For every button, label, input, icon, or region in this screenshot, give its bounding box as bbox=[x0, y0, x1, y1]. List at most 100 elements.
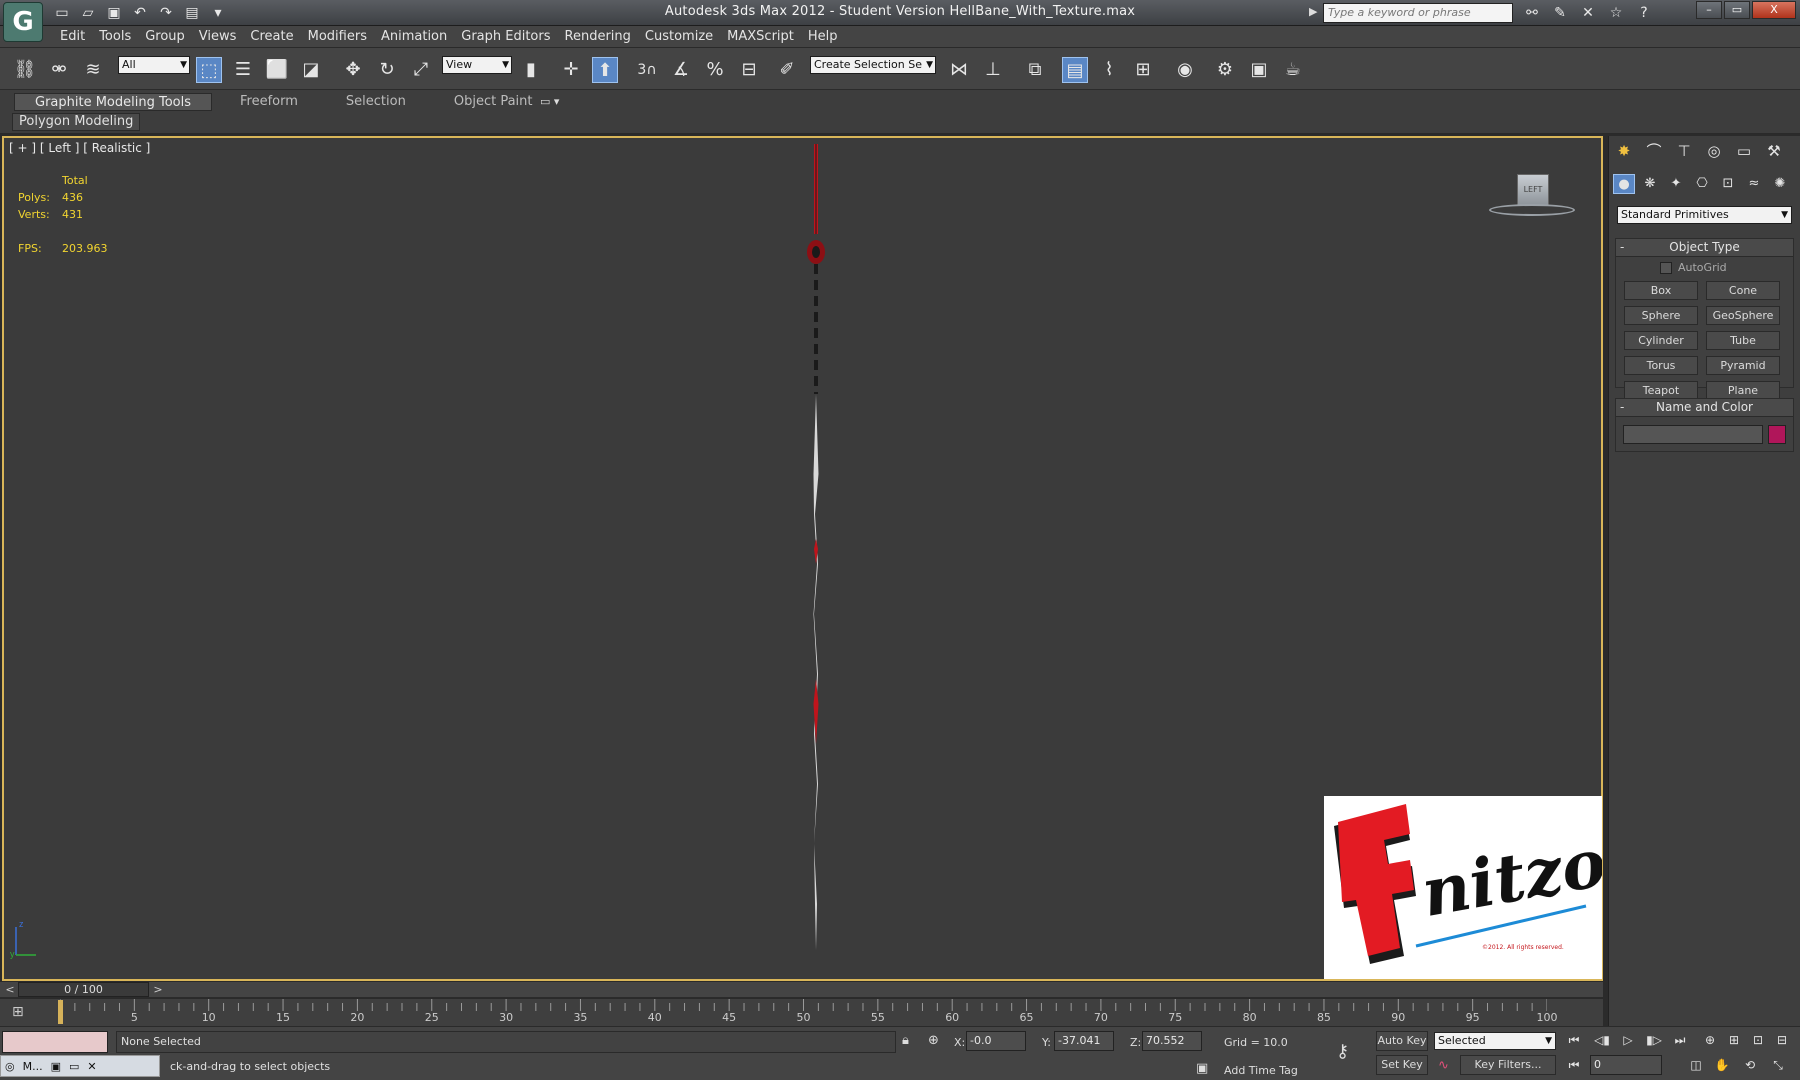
menu-rendering[interactable]: Rendering bbox=[565, 29, 645, 44]
mini-curve-editor-icon[interactable]: ⊞ bbox=[12, 1004, 24, 1020]
autogrid-checkbox[interactable]: AutoGrid bbox=[1660, 261, 1727, 274]
material-editor-icon[interactable]: ◉ bbox=[1172, 57, 1198, 83]
zoom-icon[interactable]: ⊕ bbox=[1700, 1033, 1720, 1047]
zoom-extents-all-icon[interactable]: ⊟ bbox=[1772, 1033, 1792, 1047]
viewport-label[interactable]: [ + ] [ Left ] [ Realistic ] bbox=[9, 141, 150, 155]
systems-icon[interactable]: ✺ bbox=[1769, 174, 1791, 194]
search-expand-icon[interactable]: ▶ bbox=[1309, 5, 1317, 18]
current-frame-marker[interactable] bbox=[58, 1000, 63, 1024]
schematic-view-icon[interactable]: ⊞ bbox=[1130, 57, 1156, 83]
help-icon[interactable]: ? bbox=[1634, 3, 1654, 23]
graphite-modeling-tools-toggle-icon[interactable]: ▤ bbox=[1062, 57, 1088, 83]
z-coordinate-field[interactable]: 70.552 bbox=[1142, 1031, 1202, 1051]
binoculars-icon[interactable]: ⚯ bbox=[1522, 3, 1542, 23]
object-color-swatch[interactable] bbox=[1768, 425, 1786, 444]
minimize-button[interactable]: – bbox=[1696, 1, 1722, 19]
render-production-icon[interactable]: ☕ bbox=[1280, 57, 1306, 83]
menu-create[interactable]: Create bbox=[250, 29, 307, 44]
keyboard-shortcut-override-icon[interactable]: ⬆ bbox=[592, 57, 618, 83]
zoom-extents-icon[interactable]: ⊡ bbox=[1748, 1033, 1768, 1047]
mirror-icon[interactable]: ⋈ bbox=[946, 57, 972, 83]
go-to-start-icon[interactable]: ⏮ bbox=[1564, 1033, 1584, 1048]
unlink-selection-icon[interactable]: ⚮ bbox=[46, 57, 72, 83]
menu-edit[interactable]: Edit bbox=[60, 29, 99, 44]
menu-maxscript[interactable]: MAXScript bbox=[727, 29, 808, 44]
tab-graphite-modeling-tools[interactable]: Graphite Modeling Tools bbox=[14, 93, 213, 111]
menu-customize[interactable]: Customize bbox=[645, 29, 727, 44]
angle-snap-icon[interactable]: ∡ bbox=[668, 57, 694, 83]
current-frame-field[interactable]: 0 bbox=[1590, 1055, 1662, 1075]
rotate-icon[interactable]: ↻ bbox=[374, 57, 400, 83]
modify-panel-icon[interactable]: ⌒ bbox=[1643, 140, 1665, 162]
shapes-icon[interactable]: ❋ bbox=[1639, 174, 1661, 194]
menu-modifiers[interactable]: Modifiers bbox=[308, 29, 381, 44]
maximize-viewport-icon[interactable]: ⤡ bbox=[1768, 1058, 1788, 1073]
absolute-transform-icon[interactable]: ⊕ bbox=[928, 1033, 939, 1048]
align-icon[interactable]: ⊥ bbox=[980, 57, 1006, 83]
track-bar[interactable]: ⊞ 5 10 15 20 25 30 35 40 45 50 55 60 65 70 75 80 85 90 95 1… bbox=[0, 998, 1603, 1026]
taskbar-close-icon[interactable]: ✕ bbox=[87, 1060, 96, 1073]
tab-selection[interactable]: Selection bbox=[326, 93, 426, 111]
maxscript-listener-mini[interactable] bbox=[2, 1031, 108, 1053]
y-coordinate-field[interactable]: -37.041 bbox=[1054, 1031, 1114, 1051]
next-frame-arrow-icon[interactable]: > bbox=[150, 983, 166, 997]
next-frame-icon[interactable]: ▮▷ bbox=[1644, 1033, 1664, 1047]
field-of-view-icon[interactable]: ◫ bbox=[1686, 1058, 1706, 1072]
named-selection-sets-dropdown[interactable]: Create Selection Se ▼ bbox=[810, 56, 936, 74]
viewcube-compass-ring[interactable] bbox=[1489, 204, 1575, 216]
spinner-snap-icon[interactable]: ⊟ bbox=[736, 57, 762, 83]
favorites-star-icon[interactable]: ☆ bbox=[1606, 3, 1626, 23]
set-key-button[interactable]: Set Key bbox=[1376, 1055, 1428, 1075]
pyramid-button[interactable]: Pyramid bbox=[1706, 356, 1780, 375]
viewcube[interactable]: LEFT bbox=[1489, 174, 1575, 220]
geosphere-button[interactable]: GeoSphere bbox=[1706, 306, 1780, 325]
sphere-button[interactable]: Sphere bbox=[1624, 306, 1698, 325]
menu-group[interactable]: Group bbox=[145, 29, 199, 44]
menu-views[interactable]: Views bbox=[199, 29, 251, 44]
cone-button[interactable]: Cone bbox=[1706, 281, 1780, 300]
lights-icon[interactable]: ✦ bbox=[1665, 174, 1687, 194]
time-slider-thumb[interactable]: 0 / 100 bbox=[18, 982, 149, 997]
torus-button[interactable]: Torus bbox=[1624, 356, 1698, 375]
key-mode-dropdown[interactable]: Selected ▼ bbox=[1434, 1032, 1556, 1050]
viewport-left[interactable]: [ + ] [ Left ] [ Realistic ] Total Polys… bbox=[2, 136, 1612, 981]
menu-help[interactable]: Help bbox=[808, 29, 852, 44]
viewcube-face[interactable]: LEFT bbox=[1517, 174, 1549, 206]
restore-button[interactable]: ▭ bbox=[1724, 1, 1750, 19]
scale-icon[interactable]: ⤢ bbox=[408, 57, 434, 83]
search-input[interactable]: Type a keyword or phrase bbox=[1323, 3, 1513, 23]
tab-freeform[interactable]: Freeform bbox=[220, 93, 318, 111]
motion-panel-icon[interactable]: ◎ bbox=[1703, 140, 1725, 162]
snaps-toggle-icon[interactable]: 3∩ bbox=[634, 57, 660, 83]
helpers-icon[interactable]: ⊡ bbox=[1717, 174, 1739, 194]
select-by-name-icon[interactable]: ☰ bbox=[230, 57, 256, 83]
key-mode-toggle-icon[interactable]: ⏮ bbox=[1564, 1058, 1584, 1073]
zoom-all-icon[interactable]: ⊞ bbox=[1724, 1033, 1744, 1047]
go-to-end-icon[interactable]: ⏭ bbox=[1670, 1033, 1690, 1048]
cameras-icon[interactable]: ⎔ bbox=[1691, 174, 1713, 194]
selection-lock-icon[interactable]: 🔒︎ bbox=[902, 1033, 909, 1048]
add-time-tag[interactable]: Add Time Tag bbox=[1224, 1064, 1298, 1077]
edit-named-selections-icon[interactable]: ✐ bbox=[774, 57, 800, 83]
pivot-point-icon[interactable]: ▮ bbox=[518, 57, 544, 83]
polygon-modeling-panel[interactable]: Polygon Modeling bbox=[12, 113, 141, 131]
geometry-icon[interactable]: ● bbox=[1613, 174, 1635, 194]
select-and-link-icon[interactable]: ⛓ bbox=[12, 57, 38, 83]
render-setup-icon[interactable]: ⚙ bbox=[1212, 57, 1238, 83]
time-tag-icon[interactable]: ▣ bbox=[1196, 1061, 1208, 1076]
taskbar-thumbnail[interactable]: ◎ M... ▣ ▭ ✕ bbox=[0, 1055, 160, 1077]
bind-space-warp-icon[interactable]: ≋ bbox=[80, 57, 106, 83]
app-menu-button[interactable]: G bbox=[3, 2, 43, 42]
menu-tools[interactable]: Tools bbox=[99, 29, 145, 44]
name-and-color-header[interactable]: - Name and Color bbox=[1616, 399, 1793, 417]
geometry-category-dropdown[interactable]: Standard Primitives ▼ bbox=[1617, 206, 1792, 224]
display-panel-icon[interactable]: ▭ bbox=[1733, 140, 1755, 162]
window-crossing-icon[interactable]: ◪ bbox=[298, 57, 324, 83]
key-filters-button[interactable]: Key Filters... bbox=[1460, 1055, 1556, 1075]
box-button[interactable]: Box bbox=[1624, 281, 1698, 300]
close-button[interactable]: X bbox=[1752, 1, 1796, 19]
utilities-panel-icon[interactable]: ⚒ bbox=[1763, 140, 1785, 162]
sword-mesh[interactable] bbox=[806, 144, 826, 950]
auto-key-button[interactable]: Auto Key bbox=[1376, 1031, 1428, 1051]
select-manipulate-icon[interactable]: ✛ bbox=[558, 57, 584, 83]
